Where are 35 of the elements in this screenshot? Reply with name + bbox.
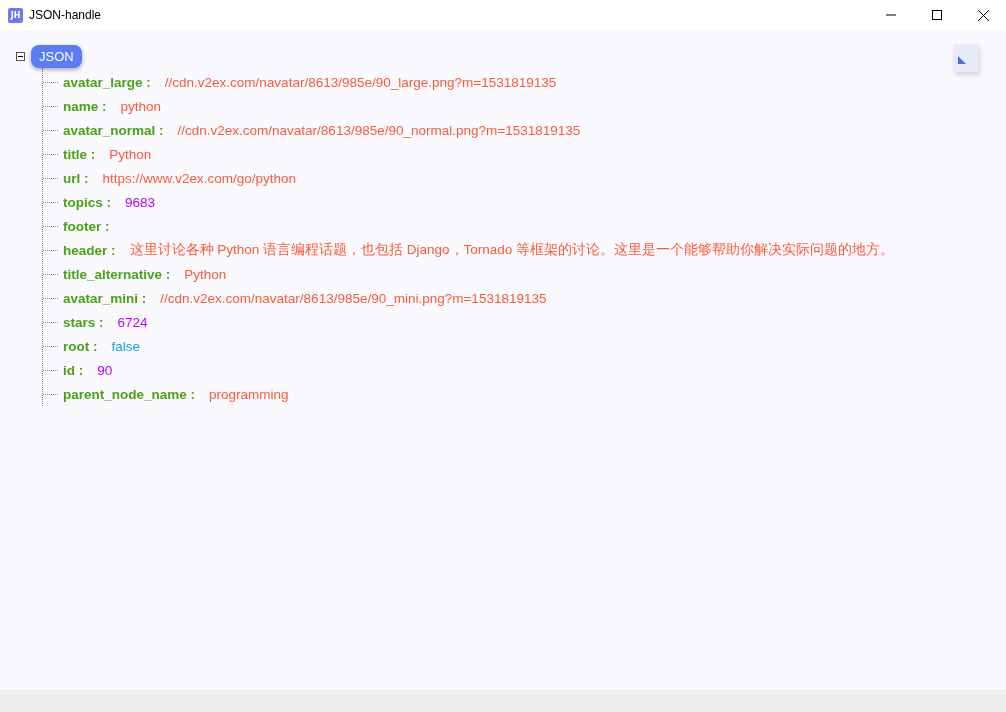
json-key: url : (63, 170, 89, 186)
json-value: //cdn.v2ex.com/navatar/8613/985e/90_large.png?m=1531819135 (164, 74, 557, 90)
json-key: avatar_normal : (63, 122, 164, 138)
json-value: Python (109, 146, 152, 162)
json-value: 这里讨论各种 Python 语言编程话题，也包括 Django，Tornado 等框架的讨论。这里是一个能够帮助你解决实际问题的地方。 (129, 241, 895, 259)
json-value: //cdn.v2ex.com/navatar/8613/985e/90_normal.png?m=1531819135 (177, 122, 581, 138)
json-value: programming (209, 386, 289, 402)
json-key: id : (63, 362, 84, 378)
json-key: stars : (63, 314, 104, 330)
window-title: JSON-handle (29, 8, 102, 22)
root-node-label[interactable]: JSON (31, 44, 82, 68)
json-key: avatar_large : (63, 74, 151, 90)
json-value: 90 (97, 362, 113, 378)
json-value: Python (184, 266, 227, 282)
json-key: name : (63, 98, 107, 114)
json-key: root : (63, 338, 98, 354)
triangle-icon (958, 56, 967, 65)
json-key: footer : (63, 218, 110, 234)
app-icon: JH (8, 7, 23, 23)
corner-toggle-button[interactable] (953, 44, 978, 72)
json-key: header : (63, 242, 116, 258)
maximize-icon (932, 10, 942, 20)
json-key: parent_node_name : (63, 386, 196, 402)
json-value: python (120, 98, 162, 114)
json-key: title_alternative : (63, 266, 171, 282)
collapse-toggle[interactable] (16, 51, 25, 61)
json-value: 6724 (117, 314, 148, 330)
json-value: //cdn.v2ex.com/navatar/8613/985e/90_mini.png?m=1531819135 (160, 290, 547, 306)
json-value: 9683 (125, 194, 156, 210)
json-key: avatar_mini : (63, 290, 147, 306)
close-icon (977, 9, 989, 21)
json-value: false (111, 338, 141, 354)
json-key: topics : (63, 194, 111, 210)
json-value: https://www.v2ex.com/go/python (102, 170, 297, 186)
json-key: title : (63, 146, 96, 162)
